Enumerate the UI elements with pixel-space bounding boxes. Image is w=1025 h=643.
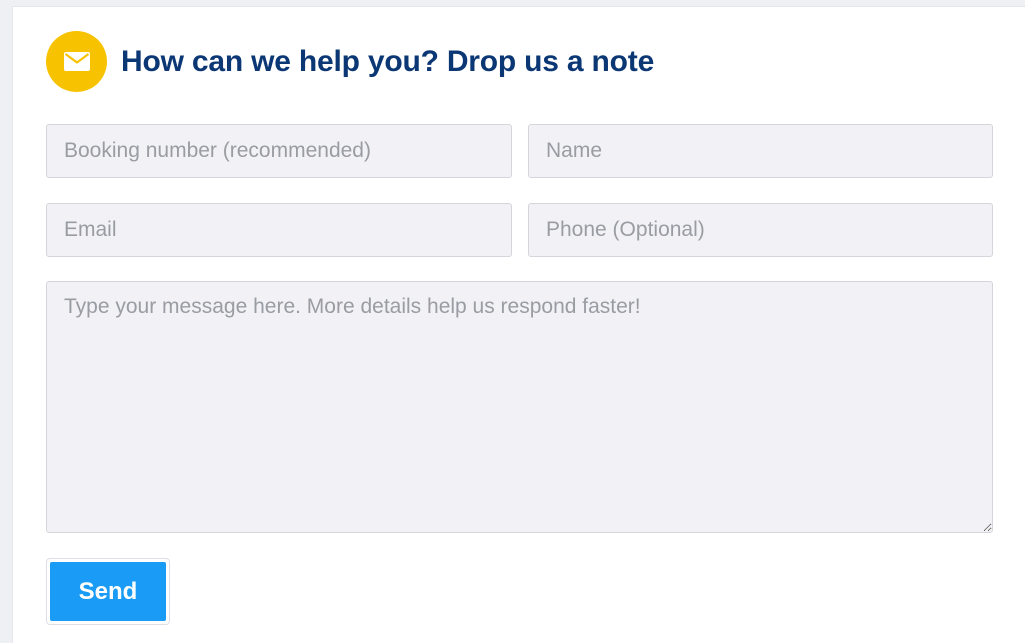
envelope-glyph <box>63 52 90 71</box>
page-title: How can we help you? Drop us a note <box>121 44 655 78</box>
mail-icon <box>46 31 107 92</box>
email-input[interactable] <box>46 203 512 257</box>
message-textarea[interactable] <box>46 281 993 533</box>
send-button[interactable]: Send <box>50 562 166 621</box>
phone-input[interactable] <box>528 203 993 257</box>
booking-number-input[interactable] <box>46 124 512 178</box>
form-header: How can we help you? Drop us a note <box>46 31 654 92</box>
contact-card: How can we help you? Drop us a note Send <box>12 6 1025 643</box>
name-input[interactable] <box>528 124 993 178</box>
send-button-frame: Send <box>46 558 170 625</box>
